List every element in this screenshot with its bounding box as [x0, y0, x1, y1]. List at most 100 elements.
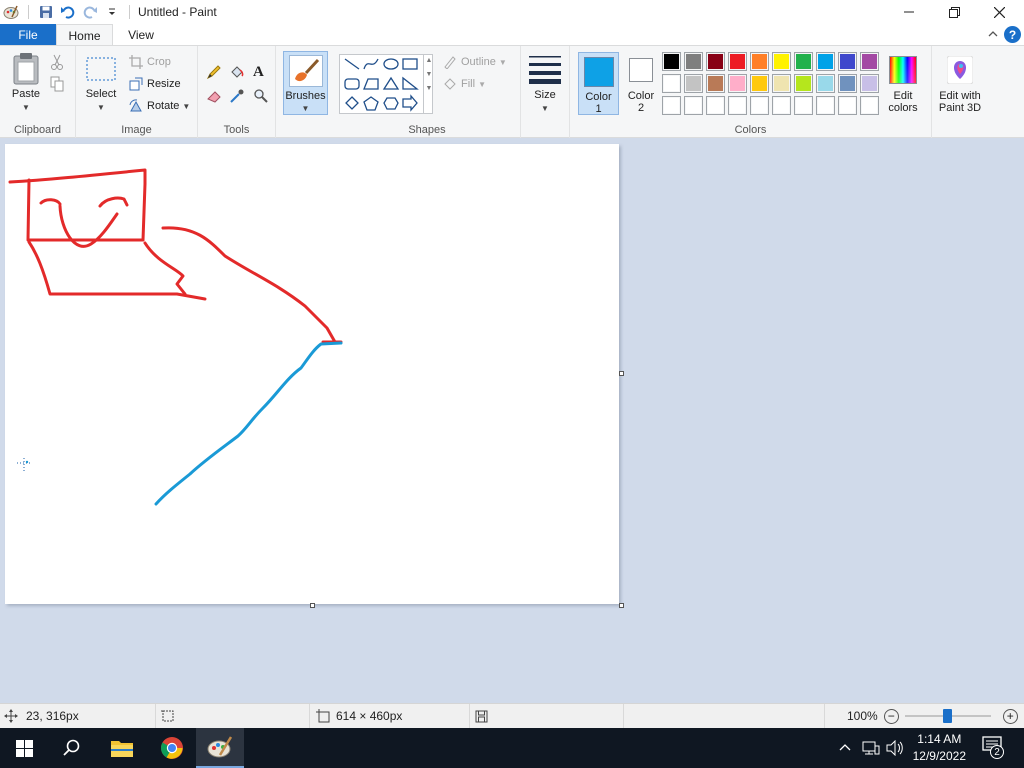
paint3d-label: Edit with Paint 3D	[930, 90, 990, 114]
palette-swatch[interactable]	[706, 52, 725, 71]
save-icon[interactable]	[35, 0, 57, 24]
magnifier-tool[interactable]	[253, 86, 269, 106]
palette-swatch[interactable]	[750, 52, 769, 71]
minimize-button[interactable]	[886, 0, 932, 24]
palette-swatch[interactable]	[860, 96, 879, 115]
fill-tool[interactable]	[229, 62, 245, 82]
show-hidden-icons[interactable]	[838, 740, 852, 757]
tab-view[interactable]: View	[116, 24, 166, 46]
select-button[interactable]: Select ▼	[82, 56, 120, 114]
paste-button[interactable]: Paste ▼	[6, 52, 46, 114]
outline-button[interactable]: Outline ▼	[442, 52, 507, 72]
color1-button[interactable]: Color 1	[578, 52, 619, 115]
palette-swatch[interactable]	[728, 52, 747, 71]
palette-swatch[interactable]	[706, 74, 725, 93]
cursor-crosshair-icon	[17, 458, 31, 472]
text-tool[interactable]: A	[253, 62, 264, 82]
canvas-resize-handle-right[interactable]	[619, 371, 624, 376]
network-icon[interactable]	[862, 740, 880, 759]
help-icon[interactable]: ?	[1004, 26, 1021, 43]
color-spectrum-icon	[889, 56, 917, 84]
fill-button[interactable]: Fill ▼	[442, 74, 486, 94]
shapes-gallery-scroll[interactable]: ▲ ▼ ▼	[423, 54, 434, 114]
palette-swatch[interactable]	[816, 74, 835, 93]
restore-button[interactable]	[931, 0, 977, 24]
palette-swatch[interactable]	[750, 96, 769, 115]
paint-taskbar-button[interactable]	[196, 728, 244, 768]
palette-swatch[interactable]	[794, 74, 813, 93]
palette-swatch[interactable]	[728, 96, 747, 115]
chrome-icon	[161, 737, 183, 759]
file-explorer-button[interactable]	[98, 728, 146, 768]
canvas-resize-handle-bottom[interactable]	[310, 603, 315, 608]
tab-file[interactable]: File	[0, 24, 56, 46]
palette-swatch[interactable]	[684, 52, 703, 71]
palette-swatch[interactable]	[816, 52, 835, 71]
palette-swatch[interactable]	[662, 52, 681, 71]
palette-swatch[interactable]	[860, 74, 879, 93]
undo-icon[interactable]	[57, 0, 79, 24]
size-button[interactable]: Size ▼	[527, 54, 563, 115]
crop-button[interactable]: Crop	[128, 52, 171, 72]
paint3d-icon	[946, 55, 974, 85]
paint-app-icon[interactable]	[0, 0, 22, 24]
paint3d-label-line2: Paint 3D	[938, 102, 982, 114]
red-stroke-eye-right	[98, 196, 129, 208]
pencil-tool[interactable]	[206, 62, 222, 82]
color2-button[interactable]: Color 2	[624, 52, 658, 115]
title-separator	[129, 5, 130, 19]
palette-swatch[interactable]	[728, 74, 747, 93]
clock[interactable]: 1:14 AM 12/9/2022	[913, 731, 966, 765]
redo-icon[interactable]	[79, 0, 101, 24]
palette-swatch[interactable]	[772, 74, 791, 93]
edit-with-paint3d-button[interactable]: Edit with Paint 3D	[934, 52, 986, 115]
canvas-drawing	[8, 168, 343, 506]
canvas-resize-handle-corner[interactable]	[619, 603, 624, 608]
action-center-button[interactable]: 2	[982, 736, 1006, 760]
window-title: Untitled - Paint	[138, 5, 217, 19]
search-button[interactable]	[48, 728, 96, 768]
palette-swatch[interactable]	[662, 74, 681, 93]
palette-swatch[interactable]	[750, 74, 769, 93]
chrome-button[interactable]	[148, 728, 196, 768]
brushes-button[interactable]: Brushes ▼	[283, 51, 328, 115]
palette-swatch[interactable]	[684, 74, 703, 93]
cut-button[interactable]	[50, 52, 64, 72]
palette-swatch[interactable]	[772, 96, 791, 115]
tab-home[interactable]: Home	[56, 24, 113, 47]
palette-swatch[interactable]	[794, 52, 813, 71]
volume-icon[interactable]	[886, 739, 904, 759]
zoom-slider-thumb[interactable]	[942, 709, 952, 723]
eyedropper-icon	[230, 89, 244, 103]
drawing-canvas[interactable]	[5, 144, 619, 604]
rotate-button[interactable]: Rotate ▼	[128, 96, 190, 116]
zoom-out-icon[interactable]: −	[883, 708, 899, 724]
edit-colors-button[interactable]: Edit colors	[884, 52, 924, 115]
copy-button[interactable]	[50, 74, 64, 94]
start-button[interactable]	[0, 728, 48, 768]
palette-swatch[interactable]	[838, 96, 857, 115]
palette-swatch[interactable]	[662, 96, 681, 115]
edit-colors-label: Edit colors	[884, 90, 922, 114]
palette-swatch-color	[730, 54, 745, 69]
palette-swatch[interactable]	[684, 96, 703, 115]
customize-quick-access-icon[interactable]	[101, 0, 123, 24]
palette-swatch[interactable]	[794, 96, 813, 115]
color-picker-tool[interactable]	[229, 86, 245, 106]
zoom-slider[interactable]	[904, 709, 991, 723]
eraser-tool[interactable]	[206, 86, 222, 106]
shapes-gallery[interactable]	[339, 54, 433, 114]
chevron-up-icon[interactable]	[988, 27, 998, 41]
palette-swatch[interactable]	[772, 52, 791, 71]
palette-swatch[interactable]	[838, 74, 857, 93]
palette-swatch[interactable]	[706, 96, 725, 115]
palette-swatch[interactable]	[860, 52, 879, 71]
file-size	[470, 704, 624, 728]
palette-swatch-color	[664, 76, 679, 91]
palette-swatch[interactable]	[816, 96, 835, 115]
palette-swatch[interactable]	[838, 52, 857, 71]
resize-button[interactable]: Resize	[128, 74, 181, 94]
close-button[interactable]	[976, 0, 1022, 24]
zoom-in-icon[interactable]: +	[1002, 708, 1018, 724]
palette-swatch-color	[752, 76, 767, 91]
